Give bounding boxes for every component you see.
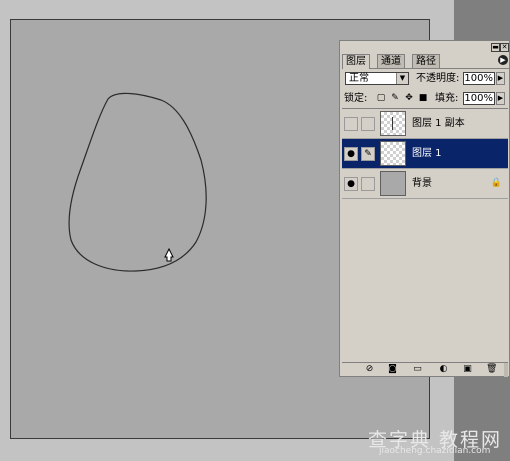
layer-style-icon[interactable]: ⊘ — [364, 364, 375, 375]
panel-bottom-toolbar: ⊘ ◙ ▭ ◐ ▣ 🗑 — [342, 362, 508, 377]
panel-titlebar[interactable]: ▬ ✕ — [340, 41, 509, 54]
panel-menu-icon[interactable]: ▶ — [498, 55, 508, 65]
layer-row[interactable]: 图层 1 副本 — [342, 109, 508, 139]
lock-transparency-icon[interactable]: ▢ — [376, 93, 386, 103]
eye-icon[interactable]: ● — [344, 177, 358, 191]
new-layer-icon[interactable]: ▣ — [462, 364, 473, 375]
link-toggle[interactable] — [361, 177, 375, 191]
lock-fill-row: 锁定: ▢ ✎ ✥ ■ 填充: 100% ▶ — [343, 91, 508, 107]
layer-name: 背景 — [412, 178, 432, 189]
blend-opacity-row: 正常 ▼ 不透明度: 100% ▶ — [343, 71, 508, 87]
layers-list: 图层 1 副本 ● ✎ 图层 1 ● 背景 🔒 — [342, 108, 508, 363]
panel-tabs: 图层 通道 路径 — [342, 54, 509, 69]
layer-row-selected[interactable]: ● ✎ 图层 1 — [342, 139, 508, 169]
layers-panel: ▬ ✕ 图层 通道 路径 ▶ 正常 ▼ 不透明度: 100% ▶ 锁定: ▢ ✎… — [339, 40, 510, 377]
layer-thumbnail — [380, 111, 406, 136]
adjustment-layer-icon[interactable]: ◐ — [438, 364, 449, 375]
new-group-icon[interactable]: ▭ — [412, 364, 423, 375]
lock-paint-icon[interactable]: ✎ — [390, 93, 400, 103]
opacity-arrow-icon[interactable]: ▶ — [496, 72, 505, 85]
layer-thumbnail — [380, 141, 406, 166]
lock-label: 锁定: — [344, 93, 368, 104]
opacity-label: 不透明度: — [416, 73, 460, 84]
layer-thumbnail — [380, 171, 406, 196]
opacity-input[interactable]: 100% — [463, 72, 495, 85]
lock-all-icon[interactable]: ■ — [418, 93, 428, 103]
layer-name: 图层 1 — [412, 148, 442, 159]
layer-mask-icon[interactable]: ◙ — [387, 364, 398, 375]
tab-paths[interactable]: 路径 — [412, 54, 440, 68]
tab-channels[interactable]: 通道 — [377, 54, 405, 68]
visibility-toggle[interactable] — [344, 117, 358, 131]
eye-icon[interactable]: ● — [344, 147, 358, 161]
blend-mode-select[interactable]: 正常 ▼ — [345, 72, 409, 85]
fill-input[interactable]: 100% — [463, 92, 495, 105]
chevron-down-icon: ▼ — [396, 73, 408, 84]
watermark-url: jiaocheng.chazidian.com — [379, 446, 491, 456]
fill-label: 填充: — [435, 93, 459, 104]
layer-row[interactable]: ● 背景 🔒 — [342, 169, 508, 199]
tab-layers[interactable]: 图层 — [342, 54, 370, 69]
lock-icon: 🔒 — [490, 178, 502, 188]
brush-icon[interactable]: ✎ — [361, 147, 375, 161]
blend-mode-value: 正常 — [349, 73, 369, 84]
layer-name: 图层 1 副本 — [412, 118, 465, 129]
close-icon[interactable]: ✕ — [500, 43, 509, 52]
minimize-icon[interactable]: ▬ — [491, 43, 500, 52]
panel-resize-grip[interactable] — [504, 363, 508, 377]
lock-position-icon[interactable]: ✥ — [404, 93, 414, 103]
fill-arrow-icon[interactable]: ▶ — [496, 92, 505, 105]
trash-icon[interactable]: 🗑 — [486, 364, 497, 375]
pen-cursor-icon — [164, 248, 174, 262]
link-toggle[interactable] — [361, 117, 375, 131]
